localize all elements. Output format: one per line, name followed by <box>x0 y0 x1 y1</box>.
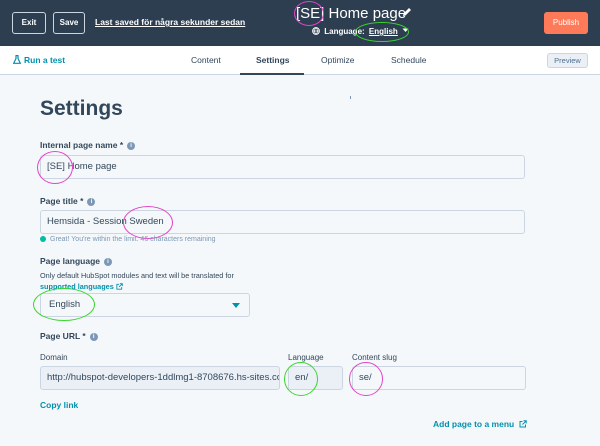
chevron-down-icon <box>402 28 409 32</box>
cursor-mark <box>350 96 351 99</box>
top-bar: Exit Save Last saved för några sekunder … <box>0 0 600 46</box>
publish-button[interactable]: Publish <box>544 12 588 34</box>
run-test-label: Run a test <box>24 55 66 65</box>
add-to-menu-text: Add page to a menu <box>433 419 515 429</box>
external-link-icon <box>116 283 123 290</box>
run-test-button[interactable]: Run a test <box>12 54 66 65</box>
settings-heading: Settings <box>40 97 123 120</box>
external-link-icon <box>519 420 527 428</box>
language-column-label: Language <box>288 353 324 362</box>
supported-languages-link[interactable]: supported languages <box>40 282 123 291</box>
save-button[interactable]: Save <box>53 12 85 34</box>
page-url-label: Page URL * i <box>40 331 98 341</box>
info-icon[interactable]: i <box>89 333 98 341</box>
page-language-label-text: Page language <box>40 256 100 266</box>
internal-name-field[interactable]: [SE] Home page <box>40 155 525 179</box>
tab-bar: Run a test Content Settings Optimize Sch… <box>0 46 600 75</box>
page-language-description: Only default HubSpot modules and text wi… <box>40 270 280 292</box>
page-url-label-text: Page URL * <box>40 331 86 341</box>
supported-languages-text: supported languages <box>40 282 114 291</box>
domain-label: Domain <box>40 353 68 362</box>
flask-icon <box>12 54 22 64</box>
content-slug-label: Content slug <box>352 353 397 362</box>
internal-name-label: Internal page name * i <box>40 140 136 150</box>
last-saved-link[interactable]: Last saved för några sekunder sedan <box>95 17 245 27</box>
language-value[interactable]: English <box>369 27 398 36</box>
copy-link-button[interactable]: Copy link <box>40 400 78 410</box>
page-title-hint-text: Great! You're within the limit. 46 chara… <box>50 236 216 243</box>
internal-name-label-text: Internal page name * <box>40 140 124 150</box>
language-label: Language: <box>324 27 365 36</box>
info-icon[interactable]: i <box>127 142 136 150</box>
pencil-icon[interactable] <box>402 7 412 17</box>
check-dot-icon <box>40 236 46 242</box>
add-to-menu-link[interactable]: Add page to a menu <box>433 419 527 429</box>
page-language-select[interactable]: English <box>40 293 250 317</box>
page-title[interactable]: [SE] Home page <box>296 3 406 25</box>
page-title-label: Page title * i <box>40 196 96 206</box>
tab-schedule[interactable]: Schedule <box>391 55 426 65</box>
preview-button[interactable]: Preview <box>547 53 588 68</box>
tab-optimize[interactable]: Optimize <box>321 55 355 65</box>
page-title-field[interactable]: Hemsida - Session Sweden <box>40 210 525 234</box>
page-language-label: Page language i <box>40 256 112 266</box>
exit-button[interactable]: Exit <box>12 12 46 34</box>
tab-content[interactable]: Content <box>191 55 221 65</box>
page-title-hint: Great! You're within the limit. 46 chara… <box>40 236 216 243</box>
caret-down-icon <box>232 303 240 308</box>
info-icon[interactable]: i <box>104 258 112 266</box>
page-language-desc-text: Only default HubSpot modules and text wi… <box>40 271 234 280</box>
page-title-label-text: Page title * <box>40 196 84 206</box>
language-path-field: en/ <box>288 366 343 390</box>
info-icon[interactable]: i <box>87 198 96 206</box>
content-slug-field[interactable]: se/ <box>352 366 526 390</box>
page-language-value: English <box>49 299 81 310</box>
globe-icon <box>312 27 320 35</box>
language-selector[interactable]: Language: English <box>312 26 409 38</box>
domain-field[interactable]: http://hubspot-developers-1ddlmg1-870867… <box>40 366 280 390</box>
tab-settings[interactable]: Settings <box>256 55 290 65</box>
